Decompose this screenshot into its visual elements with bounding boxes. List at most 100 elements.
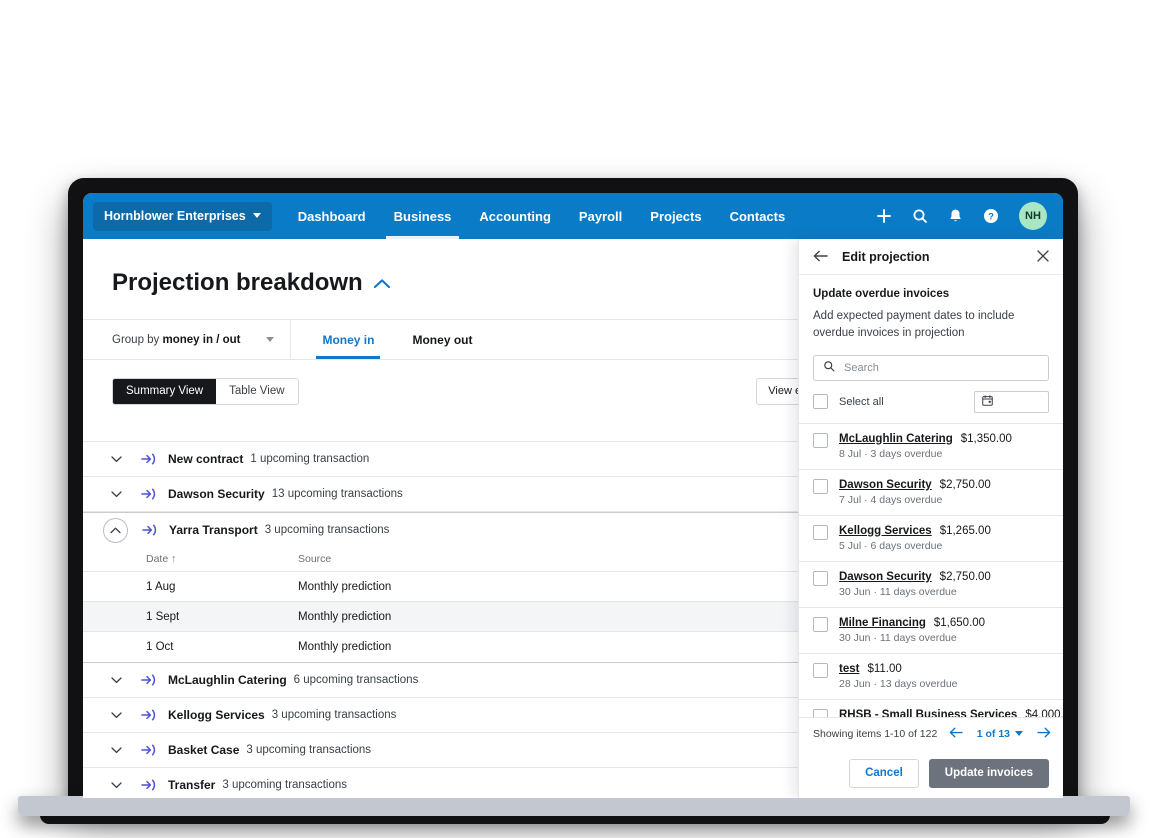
invoice-checkbox[interactable] <box>813 663 828 678</box>
row-subtitle: 3 upcoming transactions <box>246 744 371 756</box>
invoice-primary: Kellogg Services $1,265.00 <box>839 525 991 537</box>
invoice-name-link[interactable]: Dawson Security <box>839 571 932 583</box>
invoice-name-link[interactable]: test <box>839 663 859 675</box>
showing-items-label: Showing items 1-10 of 122 <box>813 728 937 740</box>
invoice-name-link[interactable]: Dawson Security <box>839 479 932 491</box>
detail-header-date-label: Date <box>146 553 168 565</box>
money-in-icon <box>141 779 156 791</box>
row-subtitle: 3 upcoming transactions <box>222 779 347 791</box>
list-item-partial[interactable]: RHSB - Small Business Services $4,000.00 <box>799 700 1063 718</box>
group-by-value: money in / out <box>163 334 241 346</box>
search-input[interactable]: Search <box>813 355 1049 381</box>
invoice-amount: $1,265.00 <box>940 525 991 537</box>
chevron-down-icon[interactable] <box>105 456 127 463</box>
invoice-due-info: 8 Jul · 3 days overdue <box>839 448 1012 460</box>
detail-date: 1 Sept <box>83 611 298 623</box>
drawer-title: Edit projection <box>842 250 930 264</box>
laptop-screen: Hornblower Enterprises Dashboard Busines… <box>83 193 1063 798</box>
list-item[interactable]: McLaughlin Catering $1,350.00 8 Jul · 3 … <box>799 424 1063 470</box>
select-all-label: Select all <box>839 396 884 408</box>
detail-date: 1 Aug <box>83 581 298 593</box>
list-item[interactable]: Milne Financing $1,650.00 30 Jun · 11 da… <box>799 608 1063 654</box>
chevron-down-icon <box>266 337 274 342</box>
nav-item-payroll[interactable]: Payroll <box>579 193 622 239</box>
invoice-checkbox[interactable] <box>813 433 828 448</box>
segment-label: Summary View <box>126 385 203 397</box>
search-icon <box>823 359 835 377</box>
group-by-dropdown[interactable]: Group by money in / out <box>83 320 291 359</box>
invoice-primary: McLaughlin Catering $1,350.00 <box>839 433 1012 445</box>
search-icon[interactable] <box>912 208 928 224</box>
drawer-actions: Cancel Update invoices <box>799 749 1063 798</box>
chevron-down-icon[interactable] <box>105 712 127 719</box>
avatar[interactable]: NH <box>1019 202 1047 230</box>
money-in-icon <box>141 744 156 756</box>
row-subtitle: 3 upcoming transactions <box>265 524 390 536</box>
nav-item-dashboard[interactable]: Dashboard <box>298 193 366 239</box>
chevron-down-icon[interactable] <box>105 677 127 684</box>
plus-icon[interactable] <box>876 208 892 224</box>
nav-label: Business <box>394 209 452 224</box>
chevron-down-icon <box>1015 731 1023 736</box>
nav-item-contacts[interactable]: Contacts <box>730 193 786 239</box>
detail-header-date[interactable]: Date ↑ <box>83 553 298 565</box>
arrow-right-icon[interactable] <box>1037 727 1051 740</box>
invoice-name-link[interactable]: RHSB - Small Business Services <box>839 709 1017 718</box>
date-picker-input[interactable] <box>974 391 1049 413</box>
nav-item-projects[interactable]: Projects <box>650 193 701 239</box>
bell-icon[interactable] <box>948 208 963 224</box>
arrow-left-icon[interactable] <box>949 727 963 740</box>
list-item[interactable]: Dawson Security $2,750.00 7 Jul · 4 days… <box>799 470 1063 516</box>
nav-item-accounting[interactable]: Accounting <box>479 193 551 239</box>
summary-view-button[interactable]: Summary View <box>113 379 216 404</box>
money-in-icon <box>141 453 156 465</box>
cancel-button[interactable]: Cancel <box>849 759 919 788</box>
primary-nav-links: Dashboard Business Accounting Payroll Pr… <box>298 193 786 239</box>
money-direction-tabs: Money in Money out <box>316 320 478 359</box>
nav-item-business[interactable]: Business <box>394 193 452 239</box>
detail-date: 1 Oct <box>83 641 298 653</box>
invoice-due-info: 30 Jun · 11 days overdue <box>839 632 985 644</box>
list-item[interactable]: test $11.00 28 Jun · 13 days overdue <box>799 654 1063 700</box>
table-view-button[interactable]: Table View <box>216 379 297 404</box>
close-icon[interactable] <box>1037 250 1049 264</box>
drawer-intro: Update overdue invoices Add expected pay… <box>799 275 1063 381</box>
invoice-checkbox[interactable] <box>813 479 828 494</box>
help-icon[interactable]: ? <box>983 208 999 224</box>
arrow-left-icon[interactable] <box>813 250 828 264</box>
chevron-down-icon[interactable] <box>105 491 127 498</box>
list-item[interactable]: Dawson Security $2,750.00 30 Jun · 11 da… <box>799 562 1063 608</box>
invoice-name-link[interactable]: Milne Financing <box>839 617 926 629</box>
group-by-text: Group by money in / out <box>112 334 240 346</box>
page-selector[interactable]: 1 of 13 <box>977 728 1023 740</box>
invoice-content: RHSB - Small Business Services $4,000.00 <box>839 709 1063 718</box>
invoice-content: Dawson Security $2,750.00 7 Jul · 4 days… <box>839 479 991 506</box>
tab-money-in[interactable]: Money in <box>316 320 380 359</box>
org-switcher-button[interactable]: Hornblower Enterprises <box>93 202 272 231</box>
screenshot-stage: Hornblower Enterprises Dashboard Busines… <box>0 0 1154 838</box>
invoice-content: Kellogg Services $1,265.00 5 Jul · 6 day… <box>839 525 991 552</box>
select-all-checkbox[interactable] <box>813 394 828 409</box>
nav-label: Accounting <box>479 209 551 224</box>
update-invoices-button[interactable]: Update invoices <box>929 759 1049 788</box>
pager: 1 of 13 <box>949 727 1051 740</box>
invoice-amount: $1,350.00 <box>961 433 1012 445</box>
nav-label: Payroll <box>579 209 622 224</box>
invoice-checkbox[interactable] <box>813 617 828 632</box>
invoice-checkbox[interactable] <box>813 571 828 586</box>
chevron-down-icon[interactable] <box>105 747 127 754</box>
tab-money-out[interactable]: Money out <box>406 320 478 359</box>
chevron-down-icon[interactable] <box>105 782 127 789</box>
invoice-name-link[interactable]: Kellogg Services <box>839 525 932 537</box>
chevron-up-icon[interactable] <box>103 518 128 543</box>
invoice-name-link[interactable]: McLaughlin Catering <box>839 433 953 445</box>
view-mode-toggle: Summary View Table View <box>112 378 299 405</box>
invoice-checkbox[interactable] <box>813 525 828 540</box>
row-subtitle: 13 upcoming transactions <box>272 488 403 500</box>
drawer-description: Add expected payment dates to include ov… <box>813 308 1049 343</box>
overdue-invoice-list[interactable]: McLaughlin Catering $1,350.00 8 Jul · 3 … <box>799 423 1063 718</box>
invoice-checkbox[interactable] <box>813 709 828 718</box>
invoice-due-info: 30 Jun · 11 days overdue <box>839 586 991 598</box>
list-item[interactable]: Kellogg Services $1,265.00 5 Jul · 6 day… <box>799 516 1063 562</box>
chevron-up-icon[interactable] <box>373 273 391 293</box>
